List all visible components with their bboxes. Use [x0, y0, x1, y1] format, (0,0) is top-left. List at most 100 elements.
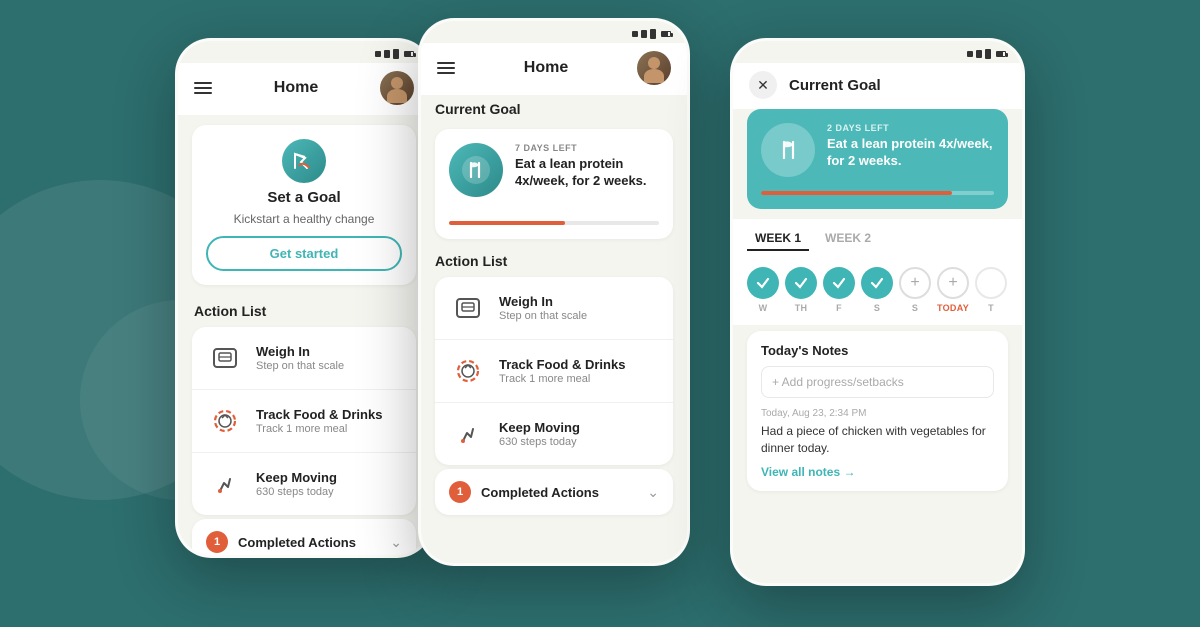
- status-dot: [641, 30, 647, 38]
- day-col-s1: S: [861, 267, 893, 313]
- action-text-food: Track Food & Drinks Track 1 more meal: [256, 407, 402, 435]
- current-goal-label: Current Goal: [421, 95, 687, 121]
- menu-icon[interactable]: [194, 82, 212, 94]
- cg-progress-bar-2: [449, 221, 659, 225]
- gd-progress-bar: [761, 191, 994, 195]
- day-label-s1: S: [874, 303, 880, 313]
- day-label-s2: S: [912, 303, 918, 313]
- week-tab-1[interactable]: WEEK 1: [747, 227, 809, 251]
- cg-progress-fill-2: [449, 221, 565, 225]
- action-item-food-2[interactable]: Track Food & Drinks Track 1 more meal: [435, 340, 673, 403]
- completed-bar-1[interactable]: 1 Completed Actions ⌄: [192, 519, 416, 558]
- action-list-label-2: Action List: [421, 247, 687, 273]
- status-bar-1: [178, 41, 430, 63]
- day-label-w: W: [759, 303, 768, 313]
- food-icon: [206, 402, 244, 440]
- cg-goal-text-2: Eat a lean protein 4x/week, for 2 weeks.: [515, 156, 659, 190]
- completed-count-1: 1: [206, 531, 228, 553]
- scale-icon-2: [449, 289, 487, 327]
- battery-icon: [996, 51, 1006, 57]
- status-dot: [375, 51, 381, 57]
- day-circle-f[interactable]: [823, 267, 855, 299]
- action-item-weigh-in[interactable]: Weigh In Step on that scale: [192, 327, 416, 390]
- close-button[interactable]: ✕: [749, 71, 777, 99]
- gd-text: 2 DAYS LEFT Eat a lean protein 4x/week, …: [827, 123, 994, 170]
- goal-card-title: Set a Goal: [267, 189, 340, 206]
- menu-icon-2[interactable]: [437, 62, 455, 74]
- day-circle-today[interactable]: +: [937, 267, 969, 299]
- action-item-weigh-in-2[interactable]: Weigh In Step on that scale: [435, 277, 673, 340]
- day-circle-s2[interactable]: +: [899, 267, 931, 299]
- phone-1: Home Set a Goal Kickstart a healthy chan…: [175, 38, 433, 558]
- day-col-f: F: [823, 267, 855, 313]
- completed-label-2: Completed Actions: [481, 485, 637, 500]
- gd-progress-fill: [761, 191, 952, 195]
- action-list-label-1: Action List: [178, 295, 430, 323]
- chevron-down-icon-2: ⌄: [647, 484, 659, 501]
- nav-title-2: Home: [524, 59, 568, 77]
- battery-icon: [404, 51, 414, 57]
- cg-days-left-2: 7 DAYS LEFT: [515, 143, 659, 153]
- day-col-today: + TODAY: [937, 267, 969, 313]
- status-dot: [976, 50, 982, 58]
- current-goal-card-2: 7 DAYS LEFT Eat a lean protein 4x/week, …: [435, 129, 673, 239]
- day-circle-s1[interactable]: [861, 267, 893, 299]
- phones-wrapper: Home Set a Goal Kickstart a healthy chan…: [0, 0, 1200, 627]
- day-col-s2: + S: [899, 267, 931, 313]
- top-nav-2: Home: [421, 43, 687, 95]
- day-col-th: TH: [785, 267, 817, 313]
- day-circle-t: [975, 267, 1007, 299]
- status-dot: [632, 31, 638, 37]
- phone-3-nav: ✕ Current Goal: [733, 63, 1022, 109]
- goal-card-subtitle: Kickstart a healthy change: [234, 212, 375, 226]
- nav-title-1: Home: [274, 79, 318, 97]
- week-tabs: WEEK 1 WEEK 2: [733, 219, 1022, 259]
- completed-label-1: Completed Actions: [238, 535, 380, 550]
- action-item-food[interactable]: Track Food & Drinks Track 1 more meal: [192, 390, 416, 453]
- completed-bar-2[interactable]: 1 Completed Actions ⌄: [435, 469, 673, 515]
- notes-title: Today's Notes: [761, 343, 994, 358]
- day-circle-th[interactable]: [785, 267, 817, 299]
- day-circle-w[interactable]: [747, 267, 779, 299]
- avatar-2[interactable]: [637, 51, 671, 85]
- action-item-steps-2[interactable]: Keep Moving 630 steps today: [435, 403, 673, 465]
- day-label-th: TH: [795, 303, 808, 313]
- gd-goal-text: Eat a lean protein 4x/week, for 2 weeks.: [827, 136, 994, 170]
- day-label-today: TODAY: [937, 303, 969, 313]
- phone-2: Home Current Goal 7 DAYS LEFT Eat a lean…: [418, 18, 690, 566]
- action-list-2: Weigh In Step on that scale Track Food &…: [435, 277, 673, 465]
- phone-3: ✕ Current Goal 2 DAYS LEFT Eat a lean pr…: [730, 38, 1025, 586]
- goal-detail-inner: 2 DAYS LEFT Eat a lean protein 4x/week, …: [747, 109, 1008, 191]
- scale-icon: [206, 339, 244, 377]
- cg-inner: 7 DAYS LEFT Eat a lean protein 4x/week, …: [435, 129, 673, 211]
- day-col-t: T: [975, 267, 1007, 313]
- status-dot: [985, 49, 991, 59]
- note-content: Had a piece of chicken with vegetables f…: [761, 423, 994, 457]
- completed-count-2: 1: [449, 481, 471, 503]
- get-started-button[interactable]: Get started: [206, 236, 402, 271]
- status-bar-3: [733, 41, 1022, 63]
- day-label-t: T: [988, 303, 994, 313]
- food-icon-2: [449, 352, 487, 390]
- top-nav-1: Home: [178, 63, 430, 115]
- day-circles: W TH F S: [733, 259, 1022, 325]
- action-item-steps[interactable]: Keep Moving 630 steps today: [192, 453, 416, 515]
- day-label-f: F: [836, 303, 842, 313]
- notes-section: Today's Notes + Add progress/setbacks To…: [747, 331, 1008, 491]
- avatar-1[interactable]: [380, 71, 414, 105]
- action-text-weigh-in: Weigh In Step on that scale: [256, 344, 402, 372]
- goal-food-icon-2: [449, 143, 503, 197]
- goal-icon: [282, 139, 326, 183]
- status-dot: [393, 49, 399, 59]
- note-date: Today, Aug 23, 2:34 PM: [761, 408, 994, 419]
- notes-add-input[interactable]: + Add progress/setbacks: [761, 366, 994, 398]
- steps-icon: [206, 465, 244, 503]
- week-tab-2[interactable]: WEEK 2: [817, 227, 879, 251]
- view-all-notes-link[interactable]: View all notes →: [761, 465, 994, 479]
- goal-detail-icon: [761, 123, 815, 177]
- action-text-steps: Keep Moving 630 steps today: [256, 470, 402, 498]
- goal-detail-card: 2 DAYS LEFT Eat a lean protein 4x/week, …: [747, 109, 1008, 209]
- steps-icon-2: [449, 415, 487, 453]
- phone-3-title: Current Goal: [789, 77, 881, 94]
- status-dot: [967, 51, 973, 57]
